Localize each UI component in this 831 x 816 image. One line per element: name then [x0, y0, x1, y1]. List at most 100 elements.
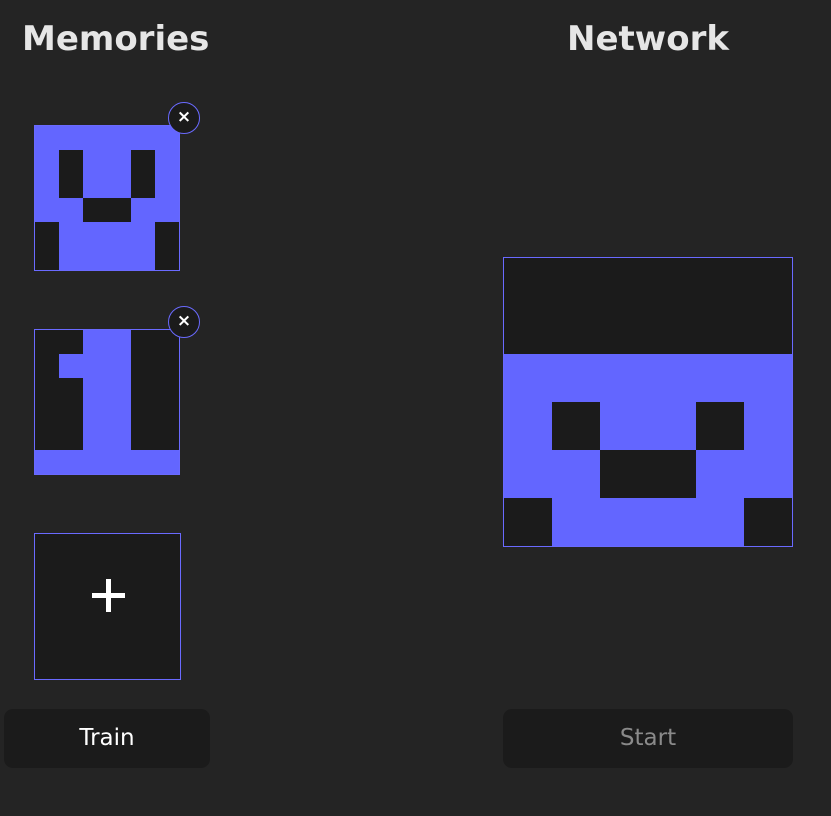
grid-cell[interactable] [35, 174, 59, 198]
grid-cell[interactable] [155, 150, 179, 174]
grid-cell[interactable] [744, 402, 792, 450]
grid-cell[interactable] [155, 174, 179, 198]
grid-cell[interactable] [107, 378, 131, 402]
grid-cell[interactable] [83, 354, 107, 378]
grid-cell[interactable] [107, 246, 131, 270]
grid-cell[interactable] [552, 450, 600, 498]
grid-cell[interactable] [552, 402, 600, 450]
grid-cell[interactable] [696, 498, 744, 546]
grid-cell[interactable] [83, 378, 107, 402]
grid-cell[interactable] [59, 402, 83, 426]
grid-cell[interactable] [83, 426, 107, 450]
grid-cell[interactable] [131, 426, 155, 450]
grid-cell[interactable] [600, 450, 648, 498]
grid-cell[interactable] [107, 198, 131, 222]
memory-pattern-grid[interactable] [34, 125, 180, 271]
add-memory-button[interactable] [34, 533, 181, 680]
grid-cell[interactable] [35, 354, 59, 378]
remove-memory-button[interactable]: × [168, 306, 200, 338]
grid-cell[interactable] [131, 198, 155, 222]
train-button[interactable]: Train [4, 709, 210, 768]
grid-cell[interactable] [107, 426, 131, 450]
grid-cell[interactable] [35, 126, 59, 150]
grid-cell[interactable] [35, 426, 59, 450]
grid-cell[interactable] [696, 354, 744, 402]
grid-cell[interactable] [83, 222, 107, 246]
grid-cell[interactable] [744, 306, 792, 354]
grid-cell[interactable] [83, 174, 107, 198]
grid-cell[interactable] [648, 402, 696, 450]
grid-cell[interactable] [35, 150, 59, 174]
grid-cell[interactable] [35, 330, 59, 354]
grid-cell[interactable] [744, 258, 792, 306]
grid-cell[interactable] [648, 450, 696, 498]
grid-cell[interactable] [155, 246, 179, 270]
grid-cell[interactable] [107, 222, 131, 246]
grid-cell[interactable] [59, 450, 83, 474]
grid-cell[interactable] [504, 450, 552, 498]
grid-cell[interactable] [131, 402, 155, 426]
grid-cell[interactable] [107, 150, 131, 174]
grid-cell[interactable] [107, 402, 131, 426]
grid-cell[interactable] [600, 354, 648, 402]
grid-cell[interactable] [696, 450, 744, 498]
grid-cell[interactable] [552, 258, 600, 306]
grid-cell[interactable] [504, 402, 552, 450]
grid-cell[interactable] [552, 354, 600, 402]
grid-cell[interactable] [155, 198, 179, 222]
start-button[interactable]: Start [503, 709, 793, 768]
grid-cell[interactable] [155, 222, 179, 246]
grid-cell[interactable] [131, 450, 155, 474]
grid-cell[interactable] [59, 150, 83, 174]
grid-cell[interactable] [504, 306, 552, 354]
grid-cell[interactable] [35, 450, 59, 474]
grid-cell[interactable] [131, 126, 155, 150]
grid-cell[interactable] [35, 402, 59, 426]
grid-cell[interactable] [648, 354, 696, 402]
grid-cell[interactable] [744, 450, 792, 498]
grid-cell[interactable] [59, 174, 83, 198]
grid-cell[interactable] [83, 402, 107, 426]
grid-cell[interactable] [107, 174, 131, 198]
grid-cell[interactable] [59, 330, 83, 354]
grid-cell[interactable] [648, 258, 696, 306]
grid-cell[interactable] [83, 198, 107, 222]
grid-cell[interactable] [744, 498, 792, 546]
grid-cell[interactable] [83, 450, 107, 474]
grid-cell[interactable] [59, 246, 83, 270]
grid-cell[interactable] [59, 198, 83, 222]
grid-cell[interactable] [504, 258, 552, 306]
grid-cell[interactable] [59, 126, 83, 150]
network-state-grid[interactable] [503, 257, 793, 547]
grid-cell[interactable] [107, 330, 131, 354]
grid-cell[interactable] [59, 426, 83, 450]
grid-cell[interactable] [155, 354, 179, 378]
grid-cell[interactable] [131, 378, 155, 402]
grid-cell[interactable] [107, 354, 131, 378]
grid-cell[interactable] [107, 126, 131, 150]
grid-cell[interactable] [155, 402, 179, 426]
grid-cell[interactable] [552, 306, 600, 354]
grid-cell[interactable] [35, 198, 59, 222]
grid-cell[interactable] [600, 306, 648, 354]
grid-cell[interactable] [648, 498, 696, 546]
grid-cell[interactable] [131, 354, 155, 378]
grid-cell[interactable] [696, 306, 744, 354]
grid-cell[interactable] [107, 450, 131, 474]
grid-cell[interactable] [131, 174, 155, 198]
grid-cell[interactable] [83, 150, 107, 174]
grid-cell[interactable] [83, 246, 107, 270]
grid-cell[interactable] [131, 222, 155, 246]
grid-cell[interactable] [600, 498, 648, 546]
grid-cell[interactable] [648, 306, 696, 354]
grid-cell[interactable] [131, 246, 155, 270]
grid-cell[interactable] [155, 378, 179, 402]
grid-cell[interactable] [155, 450, 179, 474]
grid-cell[interactable] [155, 426, 179, 450]
grid-cell[interactable] [35, 222, 59, 246]
grid-cell[interactable] [35, 378, 59, 402]
grid-cell[interactable] [59, 222, 83, 246]
grid-cell[interactable] [131, 150, 155, 174]
grid-cell[interactable] [744, 354, 792, 402]
grid-cell[interactable] [696, 258, 744, 306]
